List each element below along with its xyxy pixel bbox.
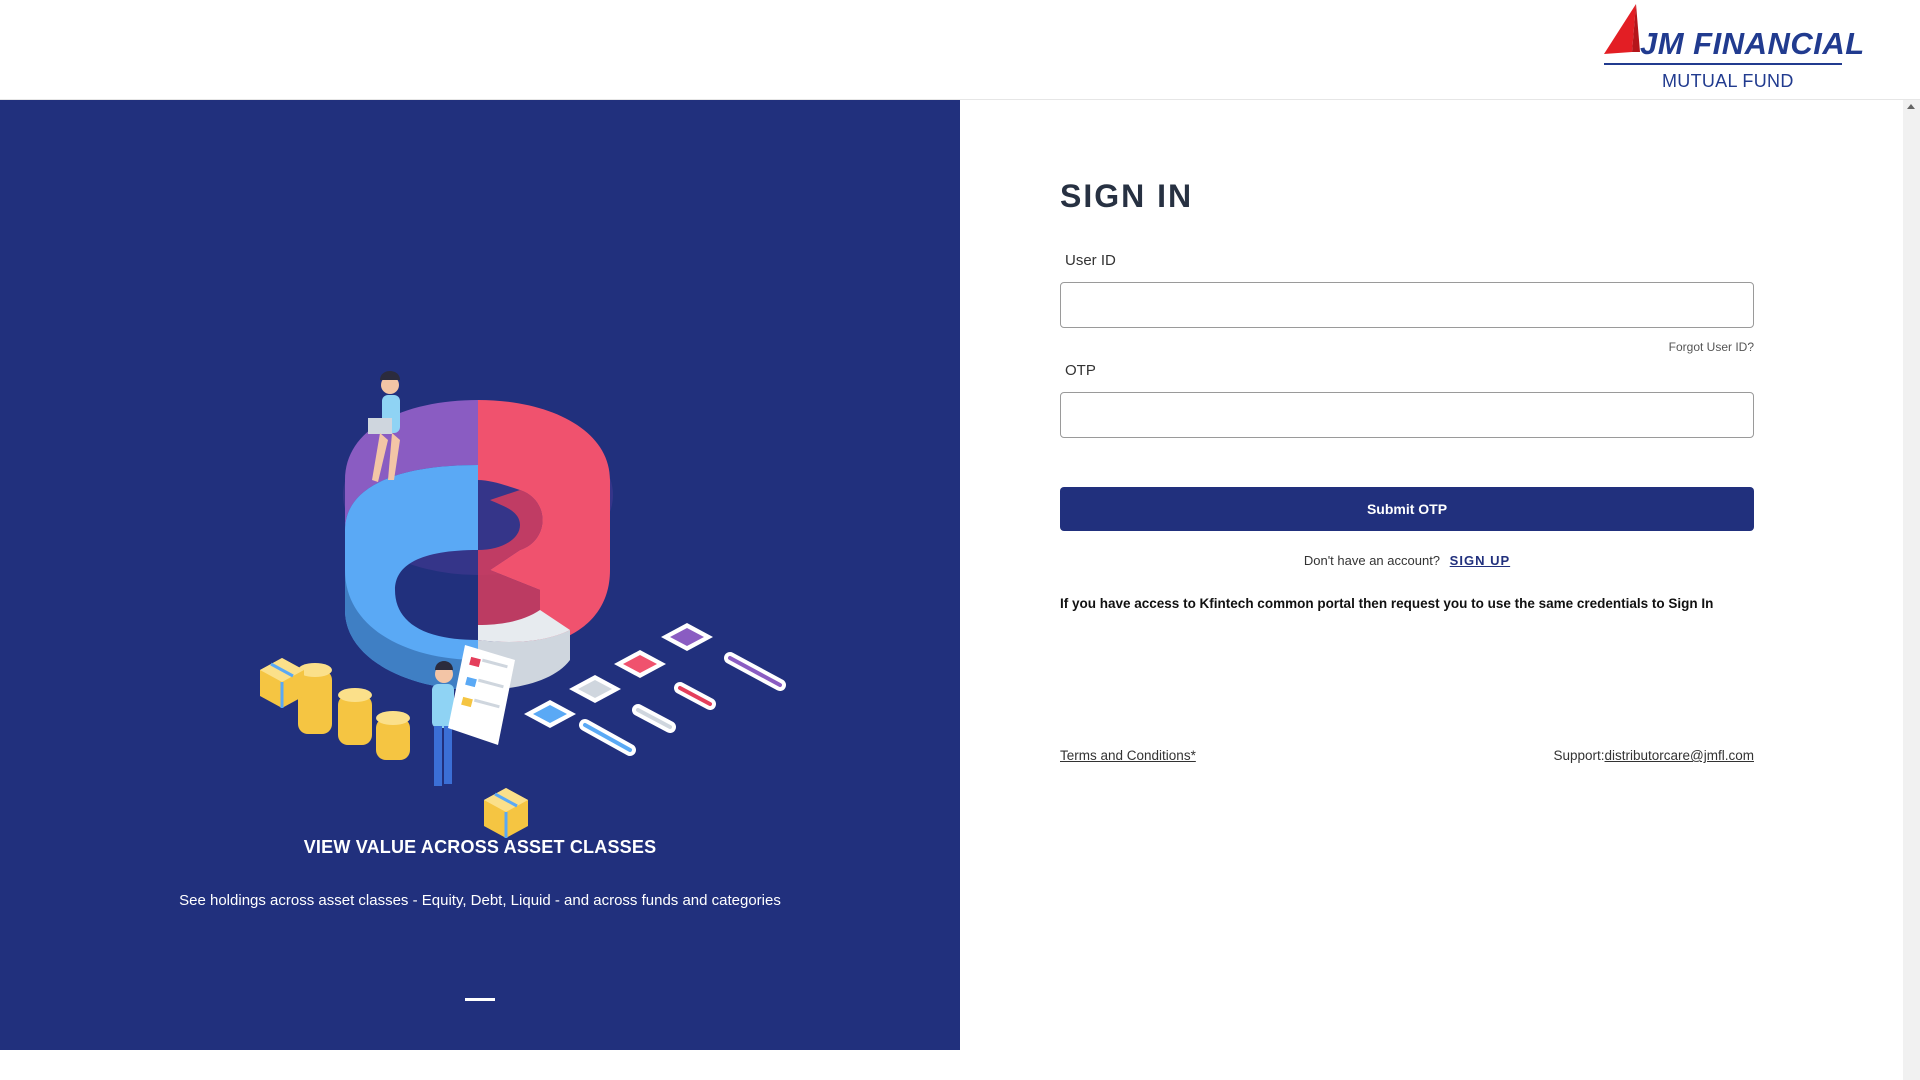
terms-link[interactable]: Terms and Conditions* (1060, 748, 1196, 763)
otp-input[interactable] (1060, 392, 1754, 438)
logo-divider (1604, 63, 1842, 65)
no-account-text: Don't have an account? (1303, 553, 1441, 568)
bar-pills-graphic (579, 652, 786, 756)
jm-financial-logo[interactable]: JM FINANCIAL MUTUAL FUND (1602, 4, 1864, 94)
userid-label: User ID (1065, 252, 1116, 269)
support-info: Support:distributorcare@jmfl.com (1553, 748, 1754, 763)
forgot-userid-link[interactable]: Forgot User ID? (1669, 340, 1754, 354)
top-header: JM FINANCIAL MUTUAL FUND (0, 0, 1920, 100)
signin-form: SIGN IN User ID Forgot User ID? OTP Subm… (1060, 100, 1754, 800)
submit-otp-button[interactable]: Submit OTP (1060, 487, 1754, 531)
slide-title: VIEW VALUE ACROSS ASSET CLASSES (303, 837, 657, 857)
signin-heading: SIGN IN (1060, 178, 1194, 214)
page-scrollbar[interactable] (1903, 100, 1920, 1080)
support-email-link[interactable]: distributorcare@jmfl.com (1605, 748, 1755, 763)
signup-link[interactable]: SIGN UP (1450, 553, 1510, 568)
userid-input[interactable] (1060, 282, 1754, 328)
logo-title: JM FINANCIAL (1640, 26, 1865, 61)
slide-description: See holdings across asset classes - Equi… (179, 892, 781, 909)
asset-classes-illustration (260, 371, 786, 838)
signup-row: Don't have an account? SIGN UP (1060, 553, 1754, 568)
coin-stacks-graphic (298, 663, 410, 760)
scroll-up-arrow-icon[interactable] (1907, 104, 1915, 109)
promo-panel: VIEW VALUE ACROSS ASSET CLASSES See hold… (0, 100, 960, 1050)
carousel-indicator[interactable] (465, 998, 495, 1001)
support-prefix: Support: (1553, 748, 1605, 763)
logo-red-sail-icon (1604, 4, 1640, 54)
otp-label: OTP (1065, 362, 1096, 379)
logo-subtitle: MUTUAL FUND (1662, 71, 1794, 91)
kfintech-notice: If you have access to Kfintech common po… (1060, 596, 1714, 611)
